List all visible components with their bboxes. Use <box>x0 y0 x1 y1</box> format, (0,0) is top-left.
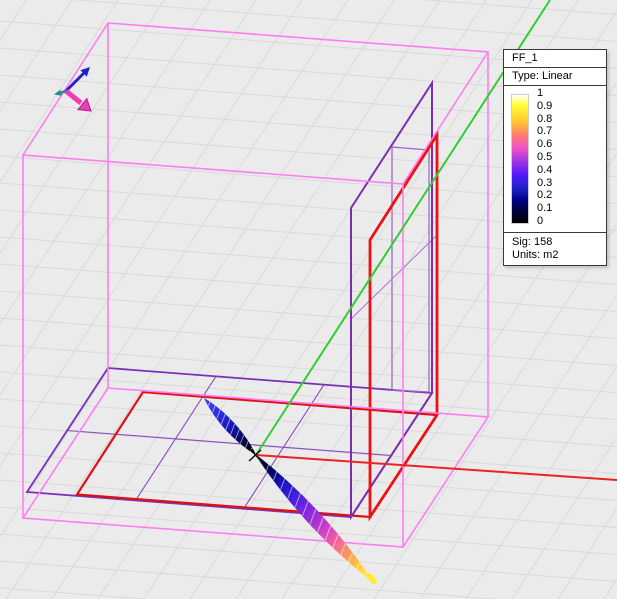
legend-units: Units: m2 <box>512 249 559 261</box>
legend-sig: Sig: 158 <box>512 236 553 248</box>
legend-colorbar-section: 1 0.9 0.8 0.7 0.6 0.5 0.4 0.3 0.2 0.1 0 <box>504 86 606 233</box>
colorbar-tick: 0.5 <box>537 150 553 163</box>
colorbar-tick: 0.9 <box>537 99 553 112</box>
colorbar-tick: 0.2 <box>537 189 553 202</box>
colorbar-tick: 0.8 <box>537 112 553 125</box>
colorbar-tick: 0.3 <box>537 176 553 189</box>
colorbar-gradient <box>511 94 529 224</box>
colorbar-tick: 0 <box>537 214 544 227</box>
colorbar-tick: 1 <box>537 87 544 99</box>
colorbar-tick: 0.6 <box>537 138 553 151</box>
legend-type: Type: Linear <box>504 68 606 86</box>
colorbar-tick: 0.4 <box>537 163 553 176</box>
colorbar-ticks: 1 0.9 0.8 0.7 0.6 0.5 0.4 0.3 0.2 0.1 0 <box>537 88 552 227</box>
colorbar-tick: 0.1 <box>537 202 553 215</box>
farfield-legend: FF_1 Type: Linear 1 0.9 0.8 0.7 0.6 0.5 … <box>503 49 607 266</box>
legend-footer: Sig: 158 Units: m2 <box>504 233 606 265</box>
legend-title: FF_1 <box>504 50 606 68</box>
colorbar-tick: 0.7 <box>537 125 553 138</box>
triad-arrow-teal-shaft <box>59 89 67 94</box>
3d-viewport-stage[interactable]: FF_1 Type: Linear 1 0.9 0.8 0.7 0.6 0.5 … <box>0 0 617 599</box>
